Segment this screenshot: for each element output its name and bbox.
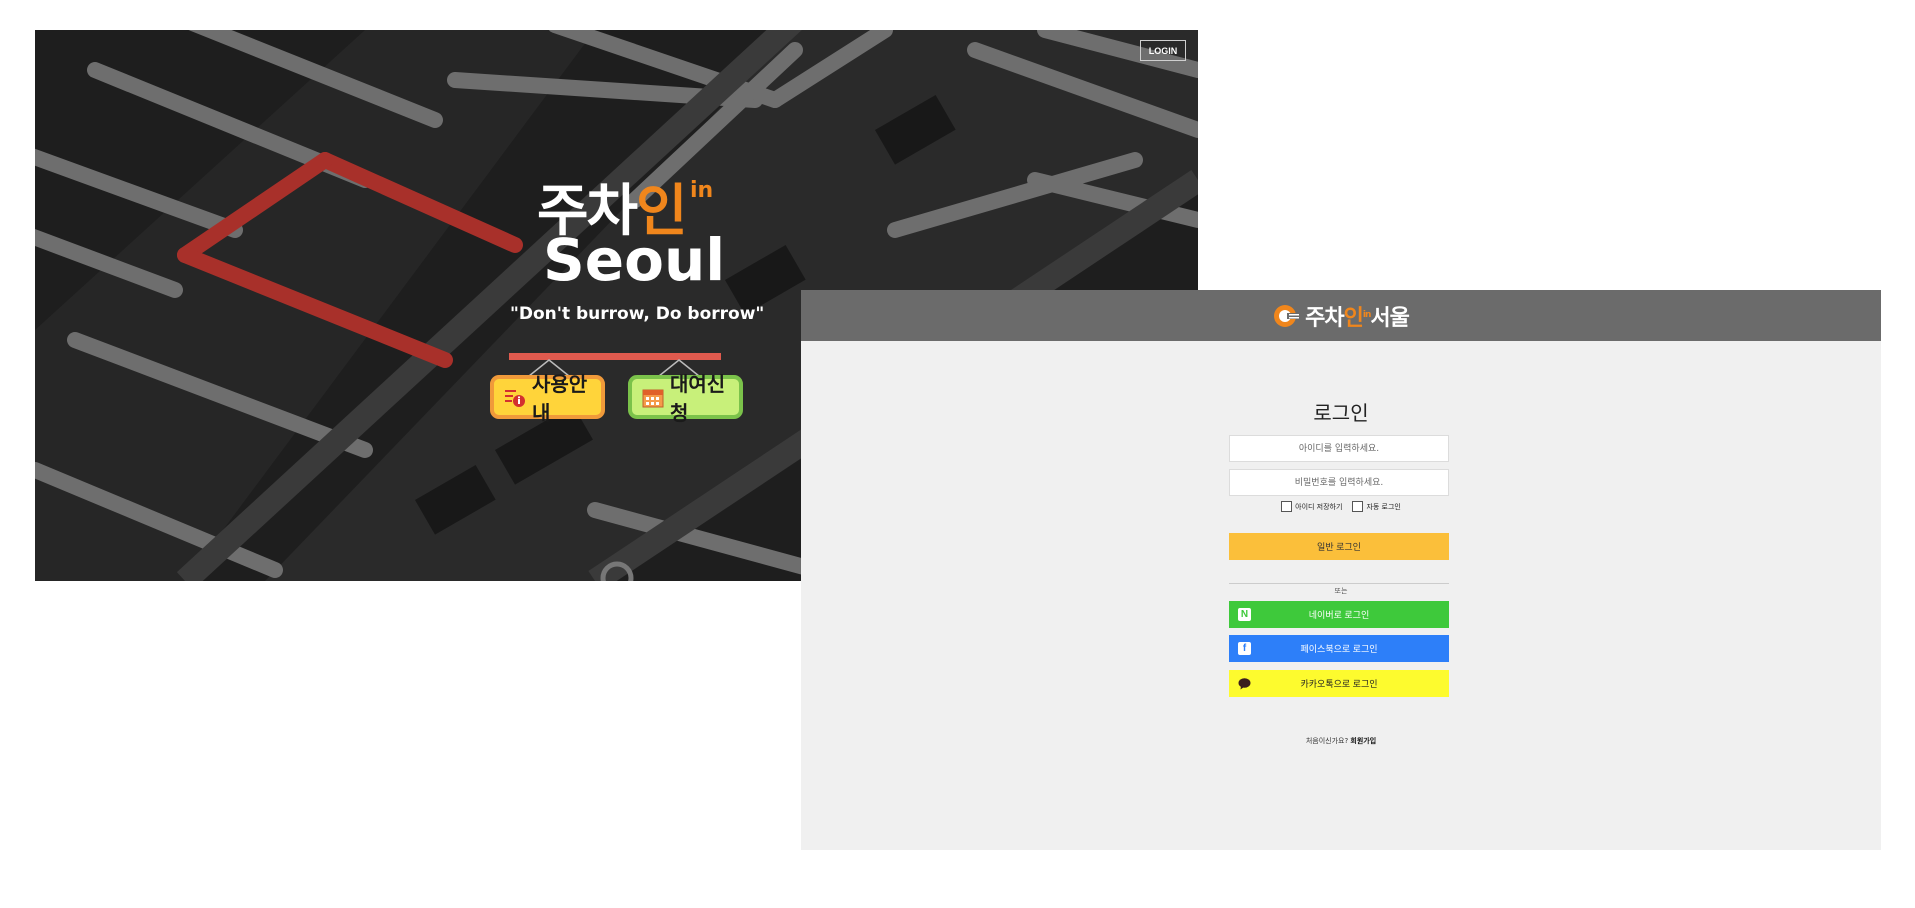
rental-request-button[interactable]: 대여신청 bbox=[628, 372, 743, 425]
kakao-chat-icon bbox=[1238, 678, 1251, 690]
logo-superscript: in bbox=[690, 178, 714, 203]
login-options: 아이디 저장하기 자동 로그인 bbox=[801, 501, 1881, 512]
remember-id-label: 아이디 저장하기 bbox=[1295, 502, 1343, 511]
page-title: 로그인 bbox=[1313, 401, 1369, 425]
auto-login-label: 자동 로그인 bbox=[1366, 502, 1401, 511]
rental-request-label: 대여신청 bbox=[670, 372, 726, 425]
remember-id-checkbox[interactable] bbox=[1281, 501, 1293, 512]
login-header: 주차인in서울 bbox=[801, 290, 1881, 341]
brand-logo-icon bbox=[1274, 304, 1300, 327]
kakao-login-label: 카카오톡으로 로그인 bbox=[1300, 679, 1378, 689]
usage-guide-button[interactable]: 사용안내 bbox=[490, 372, 605, 425]
signup-link[interactable]: 회원가입 bbox=[1350, 737, 1376, 745]
naver-login-label: 네이버로 로그인 bbox=[1308, 610, 1370, 620]
auto-login-option[interactable]: 자동 로그인 bbox=[1352, 501, 1401, 512]
header-brand-main: 주차 bbox=[1305, 305, 1344, 331]
calendar-icon bbox=[642, 389, 664, 408]
header-brand-suffix: 서울 bbox=[1370, 305, 1409, 331]
auto-login-checkbox[interactable] bbox=[1352, 501, 1364, 512]
remember-id-option[interactable]: 아이디 저장하기 bbox=[1281, 501, 1342, 512]
user-id-input[interactable] bbox=[1229, 435, 1449, 462]
naver-icon: N bbox=[1238, 608, 1251, 621]
password-input[interactable] bbox=[1229, 469, 1449, 496]
naver-login-button[interactable]: N 네이버로 로그인 bbox=[1229, 601, 1449, 628]
divider: 또는 bbox=[801, 578, 1881, 597]
login-screen: 주차인in서울 로그인 아이디 저장하기 자동 로그인 일반 로그인 또는 N … bbox=[801, 290, 1881, 850]
facebook-login-button[interactable]: f 페이스북으로 로그인 bbox=[1229, 635, 1449, 662]
header-brand-accent: 인 bbox=[1343, 305, 1364, 331]
signup-prompt: 처음이신가요? 회원가입 bbox=[801, 736, 1881, 746]
kakao-login-button[interactable]: 카카오톡으로 로그인 bbox=[1229, 670, 1449, 697]
facebook-icon: f bbox=[1238, 642, 1251, 655]
login-link[interactable]: LOGIN bbox=[1140, 40, 1186, 61]
header-brand-superscript: in bbox=[1362, 309, 1371, 320]
logo-english: Seoul bbox=[543, 226, 726, 294]
header-brand: 주차인in서울 bbox=[1305, 300, 1410, 332]
tagline: "Don't burrow, Do borrow" bbox=[510, 304, 765, 324]
signup-question: 처음이신가요? bbox=[1305, 737, 1351, 745]
or-label: 또는 bbox=[1329, 587, 1353, 595]
normal-login-button[interactable]: 일반 로그인 bbox=[1229, 533, 1449, 560]
info-list-icon bbox=[505, 390, 525, 407]
facebook-login-label: 페이스북으로 로그인 bbox=[1300, 644, 1378, 654]
usage-guide-label: 사용안내 bbox=[532, 372, 588, 425]
